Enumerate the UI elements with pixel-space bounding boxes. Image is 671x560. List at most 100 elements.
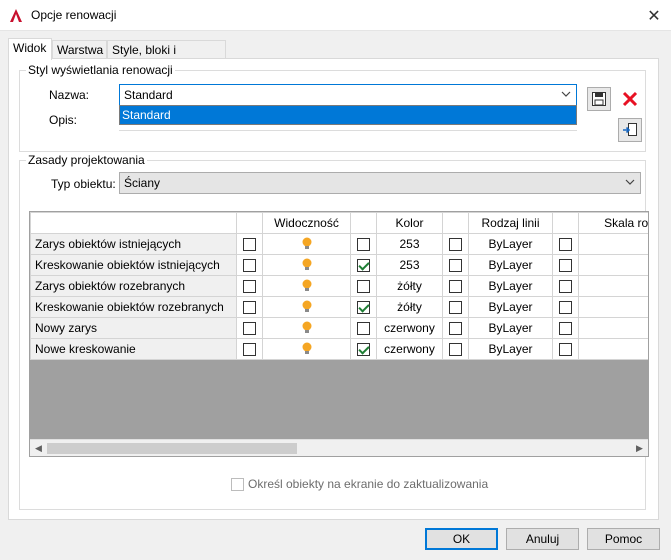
scale-override-checkbox[interactable]	[559, 238, 572, 252]
color-override-cell[interactable]	[350, 233, 377, 255]
cancel-button[interactable]: Anuluj	[506, 528, 579, 550]
scale-override-cell[interactable]	[552, 275, 579, 297]
color-override-checkbox[interactable]	[357, 259, 370, 273]
linetype-override-checkbox[interactable]	[449, 259, 462, 273]
column-header-linetype[interactable]: Rodzaj linii	[468, 212, 553, 234]
select-objects-checkbox[interactable]: Określ obiekty na ekranie do zaktualizow…	[231, 477, 488, 491]
color-override-cell[interactable]	[350, 275, 377, 297]
color-override-cell[interactable]	[350, 317, 377, 339]
linetype-override-checkbox[interactable]	[449, 301, 462, 315]
scroll-right-icon[interactable]: ▶	[631, 442, 648, 455]
visibility-cell[interactable]	[262, 233, 351, 255]
visibility-override-cell[interactable]	[236, 317, 263, 339]
linetype-cell[interactable]: ByLayer	[468, 338, 553, 360]
linetype-cell[interactable]: ByLayer	[468, 254, 553, 276]
linetype-scale-cell[interactable]: 1.0	[578, 317, 648, 339]
dropdown-option-standard[interactable]: Standard	[120, 106, 576, 124]
column-header-linetype-scale[interactable]: Skala rod	[578, 212, 648, 234]
scale-override-cell[interactable]	[552, 296, 579, 318]
linetype-scale-cell[interactable]: 1.0	[578, 296, 648, 318]
scale-override-cell[interactable]	[552, 338, 579, 360]
color-override-checkbox[interactable]	[357, 301, 370, 315]
scale-override-cell[interactable]	[552, 233, 579, 255]
color-override-checkbox[interactable]	[357, 322, 370, 336]
color-override-cell[interactable]	[350, 254, 377, 276]
table-row[interactable]: Nowe kreskowanie czerwony ByLayer 1.0	[30, 338, 648, 360]
lightbulb-icon[interactable]	[301, 258, 313, 272]
ok-button[interactable]: OK	[425, 528, 498, 550]
linetype-scale-cell[interactable]: 1.0	[578, 254, 648, 276]
linetype-scale-cell[interactable]: 1.0	[578, 338, 648, 360]
scale-override-cell[interactable]	[552, 317, 579, 339]
linetype-override-checkbox[interactable]	[449, 238, 462, 252]
visibility-override-checkbox[interactable]	[243, 322, 256, 336]
table-row[interactable]: Zarys obiektów istniejących 253 ByLayer 1.0	[30, 233, 648, 255]
color-cell[interactable]: 253	[376, 233, 443, 255]
visibility-override-checkbox[interactable]	[243, 238, 256, 252]
table-row[interactable]: Nowy zarys czerwony ByLayer 1.0	[30, 317, 648, 339]
color-override-checkbox[interactable]	[357, 343, 370, 357]
scale-override-checkbox[interactable]	[559, 259, 572, 273]
color-cell[interactable]: żółty	[376, 275, 443, 297]
style-name-combo[interactable]: Standard	[119, 84, 577, 106]
linetype-scale-cell[interactable]: 1.0	[578, 233, 648, 255]
visibility-override-cell[interactable]	[236, 275, 263, 297]
color-cell[interactable]: żółty	[376, 296, 443, 318]
visibility-cell[interactable]	[262, 254, 351, 276]
object-type-combo[interactable]: Ściany	[119, 172, 641, 194]
select-objects-checkbox-box[interactable]	[231, 477, 244, 491]
linetype-cell[interactable]: ByLayer	[468, 275, 553, 297]
scale-override-checkbox[interactable]	[559, 322, 572, 336]
scale-override-checkbox[interactable]	[559, 280, 572, 294]
visibility-override-cell[interactable]	[236, 233, 263, 255]
tab-widok[interactable]: Widok	[8, 38, 52, 60]
scale-override-checkbox[interactable]	[559, 343, 572, 357]
visibility-cell[interactable]	[262, 296, 351, 318]
table-row[interactable]: Kreskowanie obiektów istniejących 253 ByLa…	[30, 254, 648, 276]
lightbulb-icon[interactable]	[301, 321, 313, 335]
linetype-override-cell[interactable]	[442, 233, 469, 255]
linetype-override-checkbox[interactable]	[449, 280, 462, 294]
color-cell[interactable]: czerwony	[376, 317, 443, 339]
linetype-cell[interactable]: ByLayer	[468, 317, 553, 339]
color-override-checkbox[interactable]	[357, 238, 370, 252]
color-override-checkbox[interactable]	[357, 280, 370, 294]
linetype-override-cell[interactable]	[442, 317, 469, 339]
lightbulb-icon[interactable]	[301, 342, 313, 356]
color-cell[interactable]: 253	[376, 254, 443, 276]
linetype-override-checkbox[interactable]	[449, 322, 462, 336]
visibility-override-checkbox[interactable]	[243, 259, 256, 273]
visibility-override-checkbox[interactable]	[243, 280, 256, 294]
linetype-cell[interactable]: ByLayer	[468, 296, 553, 318]
linetype-cell[interactable]: ByLayer	[468, 233, 553, 255]
column-header-visibility[interactable]: Widoczność	[262, 212, 351, 234]
lightbulb-icon[interactable]	[301, 300, 313, 314]
visibility-override-cell[interactable]	[236, 296, 263, 318]
linetype-scale-cell[interactable]: 1.0	[578, 275, 648, 297]
help-button[interactable]: Pomoc	[587, 528, 660, 550]
column-header-color[interactable]: Kolor	[376, 212, 443, 234]
lightbulb-icon[interactable]	[301, 279, 313, 293]
delete-style-button[interactable]	[618, 87, 642, 111]
visibility-override-checkbox[interactable]	[243, 301, 256, 315]
scale-override-cell[interactable]	[552, 254, 579, 276]
tab-warstwa[interactable]: Warstwa	[52, 40, 107, 59]
linetype-override-checkbox[interactable]	[449, 343, 462, 357]
visibility-cell[interactable]	[262, 275, 351, 297]
horizontal-scrollbar[interactable]: ◀ ▶	[30, 439, 648, 456]
lightbulb-icon[interactable]	[301, 237, 313, 251]
visibility-override-checkbox[interactable]	[243, 343, 256, 357]
table-row[interactable]: Kreskowanie obiektów rozebranych żółty ByL…	[30, 296, 648, 318]
color-cell[interactable]: czerwony	[376, 338, 443, 360]
visibility-cell[interactable]	[262, 317, 351, 339]
close-button[interactable]: ✕	[637, 0, 671, 31]
tab-style-bloki-materialy[interactable]: Style, bloki i materiały	[107, 40, 226, 71]
import-style-button[interactable]	[618, 118, 642, 142]
visibility-cell[interactable]	[262, 338, 351, 360]
linetype-override-cell[interactable]	[442, 296, 469, 318]
visibility-override-cell[interactable]	[236, 254, 263, 276]
color-override-cell[interactable]	[350, 338, 377, 360]
linetype-override-cell[interactable]	[442, 254, 469, 276]
scale-override-checkbox[interactable]	[559, 301, 572, 315]
color-override-cell[interactable]	[350, 296, 377, 318]
